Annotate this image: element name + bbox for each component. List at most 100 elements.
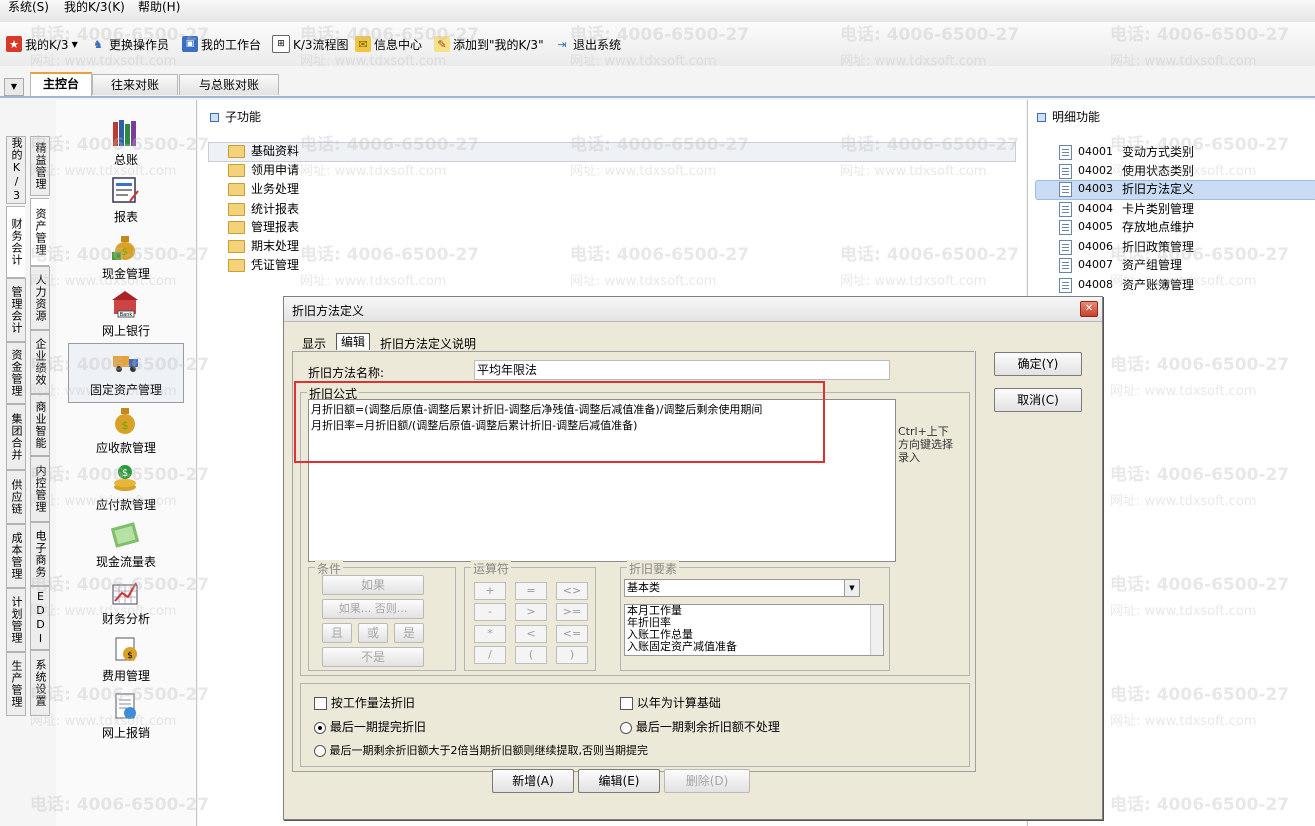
method-name-input[interactable]: 平均年限法 [474, 360, 890, 380]
toolbar-workbench-button[interactable]: ▣ 我的工作台 [182, 34, 261, 54]
close-icon[interactable]: ✕ [1080, 301, 1098, 317]
tree-item-period-end[interactable]: 期末处理 [228, 237, 299, 255]
operator-minus-button[interactable]: - [474, 603, 506, 621]
sidebar-group-assets[interactable]: 资产管理 [30, 198, 49, 266]
or-button[interactable]: 或 [358, 623, 388, 643]
sidebar-group-production[interactable]: 生产管理 [6, 652, 26, 716]
sidebar-group-eddi[interactable]: EDDI [30, 586, 50, 650]
sidebar-group-lean[interactable]: 精益管理 [30, 136, 50, 196]
last-period-skip-radio[interactable]: 最后一期剩余折旧额不处理 [620, 718, 780, 735]
ok-button[interactable]: 确定(Y) [994, 352, 1082, 376]
dialog-tab-edit[interactable]: 编辑 [336, 333, 371, 350]
sidebar-group-planning[interactable]: 计划管理 [6, 588, 26, 652]
tab-reconciliation[interactable]: 往来对账 [92, 74, 178, 95]
sidebar-group-consolidation[interactable]: 集团合并 [6, 404, 26, 470]
module-financial-analysis[interactable]: 财务分析 [56, 577, 196, 631]
operator-equals-button[interactable]: = [515, 582, 547, 600]
operator-less-equal-button[interactable]: <= [556, 625, 588, 643]
and-button[interactable]: 且 [322, 623, 352, 643]
sidebar-group-internal-control[interactable]: 内控管理 [30, 456, 50, 522]
tab-gl-reconciliation[interactable]: 与总账对账 [179, 74, 279, 95]
sidebar-group-mgmt-accounting[interactable]: 管理会计 [6, 278, 26, 342]
module-online-reimbursement[interactable]: 网上报销 [56, 691, 196, 745]
operator-lparen-button[interactable]: ( [515, 646, 547, 664]
module-cash-flow[interactable]: 现金流量表 [56, 520, 196, 574]
cancel-button[interactable]: 取消(C) [994, 388, 1082, 412]
depreciation-method-dialog: 折旧方法定义 ✕ 显示 编辑 折旧方法定义说明 折旧方法名称: 平均年限法 折旧… [283, 296, 1103, 820]
operator-plus-button[interactable]: + [474, 582, 506, 600]
detail-item[interactable]: 04002 使用状态类别 [1059, 162, 1194, 180]
tab-main-console[interactable]: 主控台 [30, 72, 92, 96]
detail-item[interactable]: 04001 变动方式类别 [1059, 143, 1194, 161]
tree-item-voucher[interactable]: 凭证管理 [228, 256, 299, 274]
dialog-tab-display[interactable]: 显示 [302, 335, 326, 352]
edit-button[interactable]: 编辑(E) [578, 769, 660, 793]
panel-marker-icon [210, 113, 219, 122]
operator-less-button[interactable]: < [515, 625, 547, 643]
module-reports[interactable]: 报表 [56, 175, 196, 229]
module-expense[interactable]: $ 费用管理 [56, 634, 196, 688]
toolbar-info-center-button[interactable]: ✉ 信息中心 [355, 34, 422, 54]
module-panel: 总账 报表 $ 现金管理 Bank 网上银行 固定资产管理 $ 应收款管理 $ … [56, 100, 197, 826]
formula-hint: Ctrl+上下方向键选择录入 [898, 425, 953, 464]
if-else-button[interactable]: 如果... 否则... [322, 599, 424, 619]
detail-item[interactable]: 04008 资产账簿管理 [1059, 276, 1194, 294]
sidebar-group-hr[interactable]: 人力资源 [30, 266, 50, 330]
tree-item-business[interactable]: 业务处理 [228, 180, 299, 198]
detail-item[interactable]: 04007 资产组管理 [1059, 256, 1182, 274]
operator-rparen-button[interactable]: ) [556, 646, 588, 664]
sidebar-group-performance[interactable]: 企业绩效 [30, 330, 50, 394]
sidebar-group-bi[interactable]: 商业智能 [30, 394, 50, 456]
toolbar-add-favorite-button[interactable]: ✎ 添加到"我的K/3" [434, 34, 544, 54]
sidebar-group-funds[interactable]: 资金管理 [6, 342, 26, 404]
not-button[interactable]: 不是 [322, 647, 424, 667]
detail-item[interactable]: 04004 卡片类别管理 [1059, 200, 1194, 218]
tree-item-requisition[interactable]: 领用申请 [228, 161, 299, 179]
delete-button[interactable]: 删除(D) [664, 769, 750, 793]
sidebar-group-cost[interactable]: 成本管理 [6, 524, 26, 588]
menu-system[interactable]: 系统(S) [8, 0, 49, 14]
detail-item[interactable]: 04006 折旧政策管理 [1059, 238, 1194, 256]
toolbar-switch-user-button[interactable]: ♞ 更换操作员 [90, 34, 169, 54]
tree-item-basic-data[interactable]: 基础资料 [228, 142, 299, 160]
sidebar-group-finance[interactable]: 财务会计 [6, 206, 25, 278]
workload-method-checkbox[interactable]: 按工作量法折旧 [314, 694, 415, 711]
year-base-checkbox[interactable]: 以年为计算基础 [620, 694, 721, 711]
detail-item[interactable]: 04005 存放地点维护 [1059, 218, 1194, 236]
last-period-double-radio[interactable]: 最后一期剩余折旧额大于2倍当期折旧额则继续提取,否则当期提完 [314, 742, 648, 758]
if-button[interactable]: 如果 [322, 575, 424, 595]
sidebar-group-ecommerce[interactable]: 电子商务 [30, 522, 50, 586]
module-receivables[interactable]: $ 应收款管理 [56, 406, 196, 460]
star-icon: ★ [6, 36, 22, 52]
module-payables[interactable]: $ 应付款管理 [56, 463, 196, 517]
is-button[interactable]: 是 [394, 623, 424, 643]
factor-scrollbar[interactable] [870, 605, 883, 655]
detail-item[interactable]: 04003 折旧方法定义 [1059, 180, 1194, 198]
sidebar-group-supply-chain[interactable]: 供应链 [6, 470, 26, 524]
module-fixed-assets[interactable]: 固定资产管理 [68, 343, 184, 403]
tree-item-mgmt-report[interactable]: 管理报表 [228, 218, 299, 236]
factor-list[interactable]: 本月工作量 年折旧率 入账工作总量 入账固定资产减值准备 [624, 604, 884, 656]
operator-greater-button[interactable]: > [515, 603, 547, 621]
module-cash-management[interactable]: $ 现金管理 [56, 232, 196, 286]
menu-mykd[interactable]: 我的K/3(K) [64, 0, 125, 14]
factor-category-select[interactable]: 基本类 ▼ [624, 579, 860, 597]
toolbar-exit-button[interactable]: ⇥ 退出系统 [554, 34, 621, 54]
module-online-bank[interactable]: Bank 网上银行 [56, 289, 196, 343]
dialog-tab-description[interactable]: 折旧方法定义说明 [380, 335, 476, 352]
sidebar-group-my-k3[interactable]: 我的K/3 [6, 136, 26, 204]
operator-divide-button[interactable]: / [474, 646, 506, 664]
module-general-ledger[interactable]: 总账 [56, 118, 196, 172]
tree-item-statistics[interactable]: 统计报表 [228, 200, 299, 218]
operator-not-equal-button[interactable]: <> [556, 582, 588, 600]
tab-menu-chevron-icon[interactable]: ▼ [4, 78, 24, 96]
factor-item[interactable]: 入账固定资产减值准备 [627, 641, 883, 653]
toolbar-my-k3-button[interactable]: ★ 我的K/3 ▼ [6, 34, 78, 54]
toolbar-flowchart-button[interactable]: ⊞ K/3流程图 [272, 34, 349, 54]
operator-greater-equal-button[interactable]: >= [556, 603, 588, 621]
sidebar-group-system-settings[interactable]: 系统设置 [30, 650, 50, 716]
new-button[interactable]: 新增(A) [492, 769, 574, 793]
operator-multiply-button[interactable]: * [474, 625, 506, 643]
menu-help[interactable]: 帮助(H) [138, 0, 180, 14]
last-period-full-radio[interactable]: 最后一期提完折旧 [314, 718, 426, 735]
